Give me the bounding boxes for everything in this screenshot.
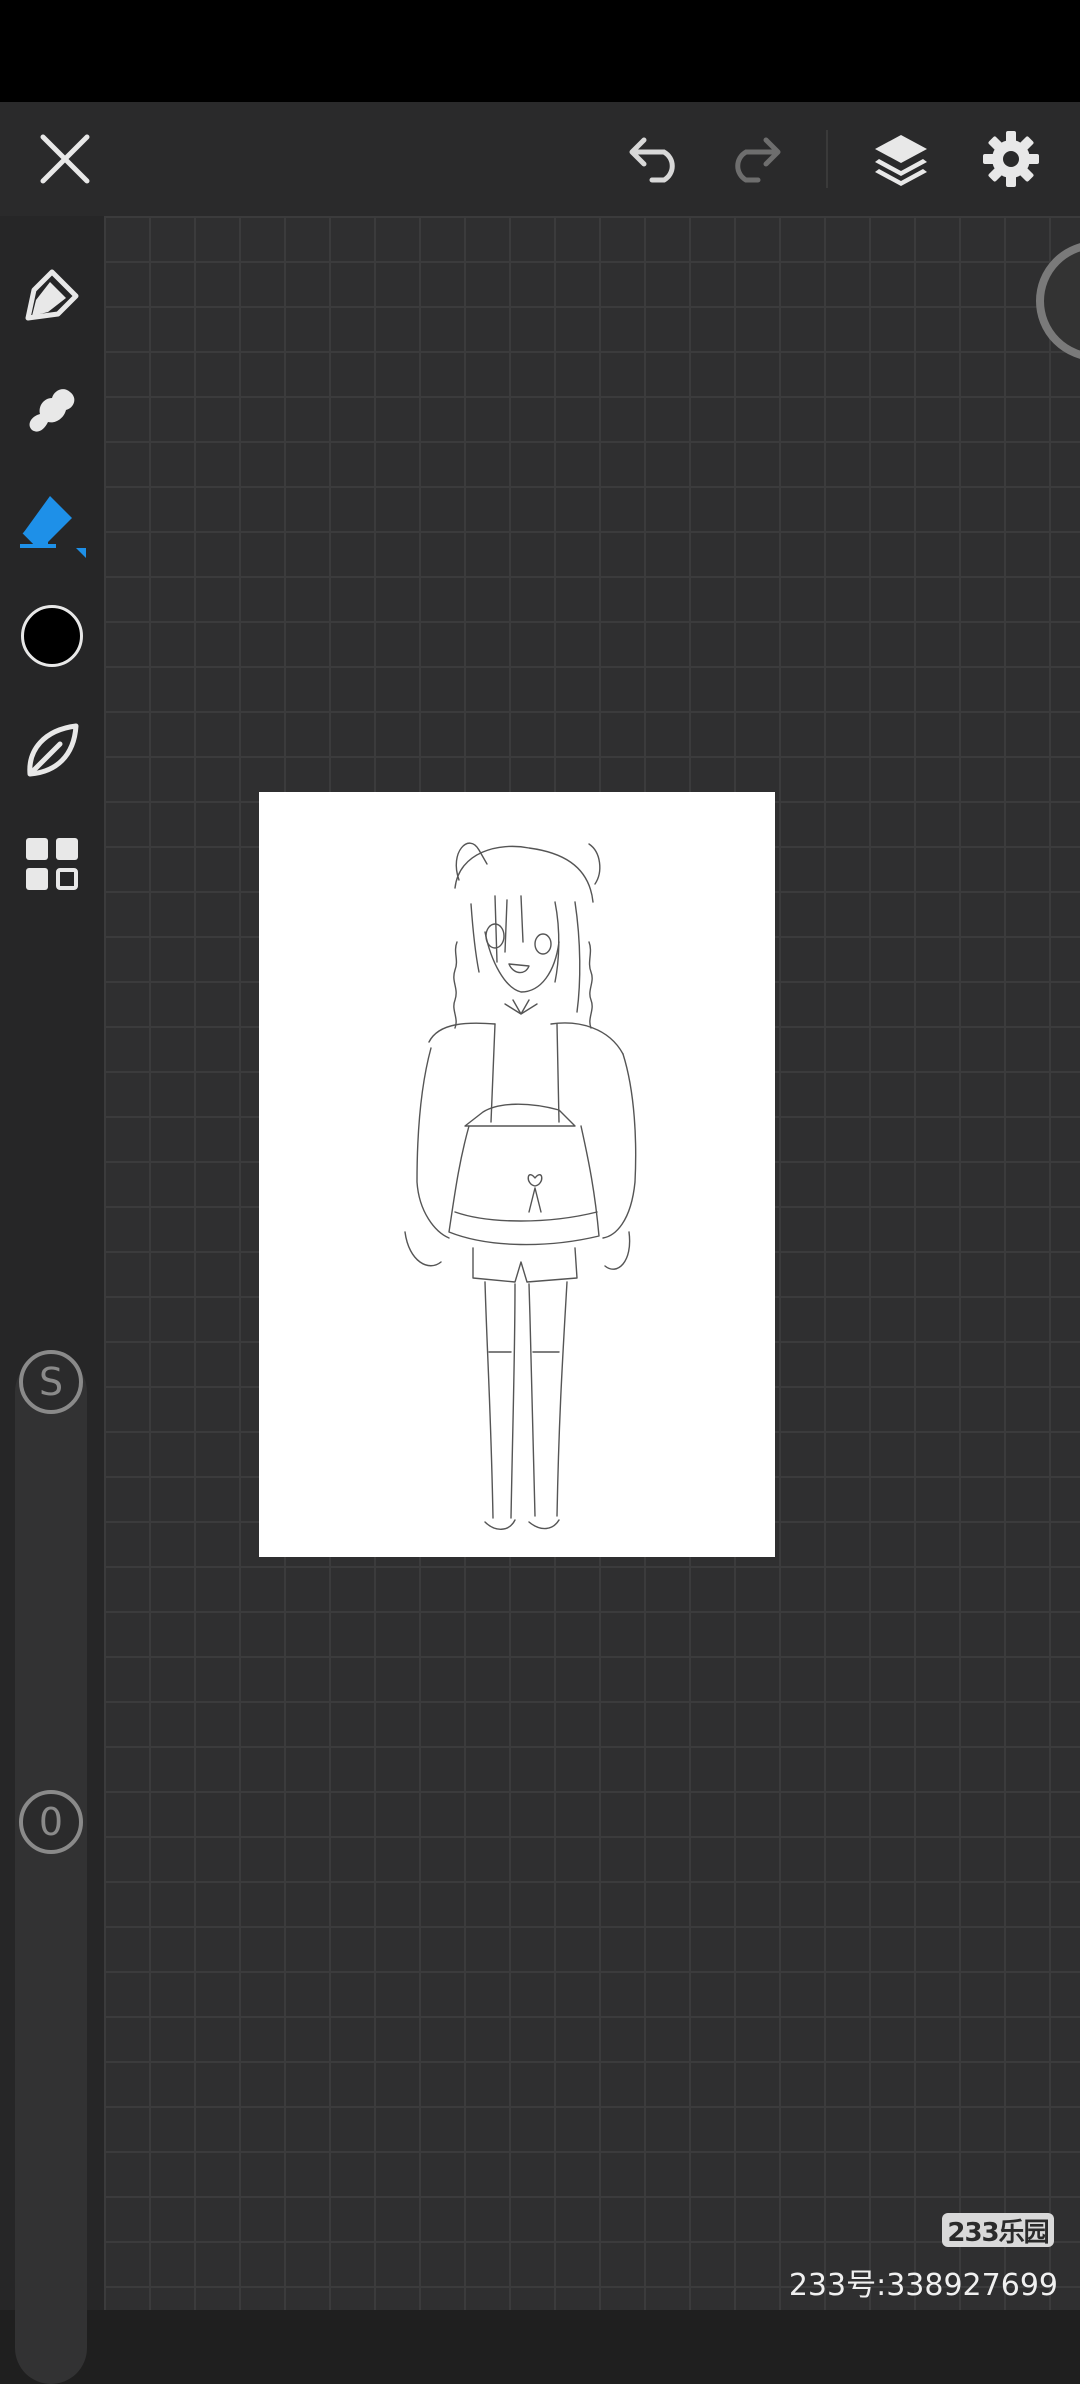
layers-button[interactable] [856,102,946,216]
smudge-tool-button[interactable] [0,360,104,460]
tool-sidebar: S 0 [0,216,104,2384]
brush-opacity-label: 0 [38,1800,64,1844]
brush-size-label: S [38,1360,64,1404]
brush-size-knob[interactable]: S [19,1350,83,1414]
gear-icon [983,131,1039,187]
settings-button[interactable] [966,102,1056,216]
color-disc-button[interactable] [1036,241,1080,361]
line-sketch [404,842,637,1530]
close-button[interactable] [20,102,110,216]
brush-opacity-slider[interactable] [15,1794,87,2384]
eraser-tool-button[interactable] [0,474,104,574]
leaf-icon [27,723,79,777]
gallery-button[interactable] [0,814,104,914]
drawing-canvas-area[interactable] [104,216,1080,2310]
layers-icon [875,135,927,186]
pen-nib-icon [25,269,79,321]
undo-button[interactable] [612,102,702,216]
drawing-paper[interactable] [259,792,775,1557]
color-swatch-icon [21,605,83,667]
close-icon [40,134,90,184]
redo-button[interactable] [708,102,798,216]
toolbar-divider [826,130,828,188]
color-picker-button[interactable] [0,586,104,686]
eraser-icon [20,496,86,558]
smudge-icon [29,389,75,432]
redo-icon [735,137,781,183]
watermark-id: 233号:338927699 [788,2268,1058,2303]
watermark-logo: 233乐园 [942,2213,1054,2248]
grid-icon [26,838,78,890]
top-toolbar [0,102,1080,216]
status-bar [0,0,1080,102]
undo-icon [629,137,675,183]
pen-tool-button[interactable] [0,246,104,346]
brush-opacity-knob[interactable]: 0 [19,1790,83,1854]
brush-library-button[interactable] [0,700,104,800]
